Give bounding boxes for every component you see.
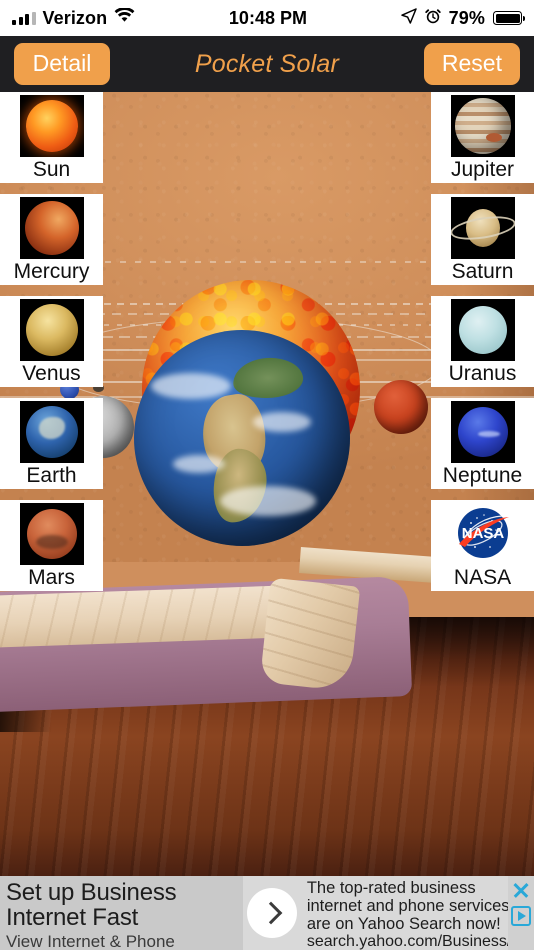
ad-arrow-panel[interactable]	[243, 876, 301, 950]
wifi-icon	[114, 7, 135, 28]
planet-label: Earth	[26, 464, 77, 487]
battery-percent-label: 79%	[448, 7, 485, 28]
ad-title-line1: Set up Business	[6, 879, 177, 906]
venus-thumbnail-icon	[19, 299, 84, 361]
planet-card-uranus[interactable]: Uranus	[431, 296, 534, 387]
status-bar-right: 79%	[400, 7, 525, 29]
ad-controls	[508, 876, 534, 950]
status-bar-left: Verizon	[12, 7, 135, 29]
ad-title-line2: Internet Fast	[6, 904, 139, 931]
planet-card-mars[interactable]: Mars	[0, 500, 103, 591]
left-planet-list: Sun Mercury Venus Earth Mars	[0, 92, 103, 591]
planet-card-neptune[interactable]: Neptune	[431, 398, 534, 489]
svg-text:NASA: NASA	[461, 525, 504, 542]
saturn-thumbnail-icon	[450, 197, 515, 259]
detail-button[interactable]: Detail	[14, 43, 110, 85]
app-title: Pocket Solar	[194, 49, 340, 78]
ar-earth-object[interactable]	[134, 330, 350, 546]
planet-label: Mars	[28, 566, 75, 589]
ad-body-line2: internet and phone services	[306, 897, 510, 915]
ad-body-line3: are on Yahoo Search now!	[306, 915, 501, 933]
planet-label: Venus	[22, 362, 81, 385]
planet-card-saturn[interactable]: Saturn	[431, 194, 534, 285]
status-bar-center: 10:48 PM	[135, 8, 400, 29]
earth-cloud	[252, 412, 311, 433]
neptune-thumbnail-icon	[450, 401, 515, 463]
close-icon[interactable]	[511, 880, 531, 900]
earth-cloud	[151, 373, 232, 400]
app-root: Verizon 10:48 PM 79% Detail Pocket Solar…	[0, 0, 534, 950]
ad-url[interactable]: search.yahoo.com/Business/Inter	[307, 933, 534, 950]
status-bar: Verizon 10:48 PM 79%	[0, 0, 534, 36]
reset-button[interactable]: Reset	[423, 43, 520, 85]
planet-label: Uranus	[448, 362, 517, 385]
planet-label: Mercury	[13, 260, 90, 283]
planet-card-nasa[interactable]: NASA NASA	[431, 500, 534, 591]
navigation-bar: Detail Pocket Solar Reset	[0, 36, 534, 92]
carrier-label: Verizon	[42, 7, 108, 28]
ad-banner[interactable]: Set up Business Internet Fast View Inter…	[0, 876, 534, 950]
uranus-thumbnail-icon	[450, 299, 515, 361]
planet-label: Sun	[32, 158, 71, 181]
mercury-thumbnail-icon	[19, 197, 84, 259]
earth-cloud	[220, 485, 317, 516]
jupiter-thumbnail-icon	[450, 95, 515, 157]
ar-mars-object[interactable]	[374, 380, 428, 434]
signal-bars-icon	[12, 11, 36, 25]
location-arrow-icon	[400, 7, 417, 29]
earth-thumbnail-icon	[19, 401, 84, 463]
planet-label: NASA	[453, 566, 512, 589]
clock-label: 10:48 PM	[228, 7, 307, 28]
planet-card-sun[interactable]: Sun	[0, 92, 103, 183]
planet-card-venus[interactable]: Venus	[0, 296, 103, 387]
planet-label: Neptune	[442, 464, 523, 487]
ad-body-line1: The top-rated business	[306, 879, 476, 897]
ad-left-panel[interactable]: Set up Business Internet Fast View Inter…	[0, 876, 244, 950]
nasa-logo-icon: NASA	[450, 503, 515, 565]
planet-card-jupiter[interactable]: Jupiter	[431, 92, 534, 183]
planet-label: Jupiter	[450, 158, 515, 181]
alarm-clock-icon	[424, 8, 441, 29]
planet-label: Saturn	[451, 260, 514, 283]
adchoices-icon[interactable]	[511, 906, 531, 926]
mars-thumbnail-icon	[19, 503, 84, 565]
planet-card-mercury[interactable]: Mercury	[0, 194, 103, 285]
ad-subtitle: View Internet & Phone Services	[6, 932, 175, 950]
battery-icon	[493, 11, 525, 25]
right-planet-list: Jupiter Saturn Uranus Neptune NASA NASA	[431, 92, 534, 591]
sun-thumbnail-icon	[19, 95, 84, 157]
planet-card-earth[interactable]: Earth	[0, 398, 103, 489]
ad-right-panel[interactable]: The top-rated business internet and phon…	[300, 876, 534, 950]
chevron-right-icon[interactable]	[247, 888, 298, 938]
